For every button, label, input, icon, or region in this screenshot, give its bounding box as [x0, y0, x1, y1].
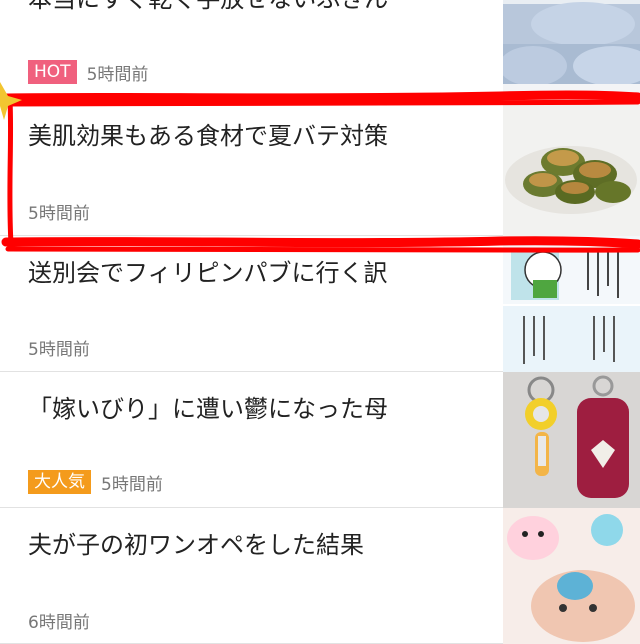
article-feed: 本当にすぐ乾く手放せないふきん HOT 5時間前 美肌効果もある食材で夏バテ対策…	[0, 0, 640, 644]
keychains-image	[503, 372, 640, 508]
article-meta: 大人気 5時間前	[28, 469, 163, 495]
article-thumbnail[interactable]	[503, 0, 640, 100]
timestamp: 5時間前	[28, 203, 90, 224]
list-item[interactable]: 夫が子の初ワンオペをした結果 6時間前	[0, 508, 640, 644]
article-title[interactable]: 送別会でフィリピンパブに行く訳	[28, 256, 488, 290]
list-item[interactable]: 美肌効果もある食材で夏バテ対策 5時間前	[0, 100, 640, 236]
article-thumbnail[interactable]	[503, 100, 640, 236]
article-thumbnail[interactable]	[503, 508, 640, 644]
timestamp: 5時間前	[28, 339, 90, 360]
article-thumbnail[interactable]	[503, 372, 640, 508]
article-meta: 5時間前	[28, 334, 90, 360]
article-meta: 5時間前	[28, 198, 90, 224]
towels-image	[503, 0, 640, 100]
zucchini-dish-image	[503, 100, 640, 236]
list-item[interactable]: 送別会でフィリピンパブに行く訳 5時間前	[0, 236, 640, 372]
article-title[interactable]: 夫が子の初ワンオペをした結果	[28, 528, 488, 562]
article-title[interactable]: 「嫁いびり」に遭い鬱になった母	[28, 392, 488, 426]
timestamp: 5時間前	[86, 64, 149, 85]
article-title[interactable]: 美肌効果もある食材で夏バテ対策	[28, 119, 488, 153]
hot-badge: HOT	[28, 60, 77, 84]
list-item[interactable]: 本当にすぐ乾く手放せないふきん HOT 5時間前	[0, 0, 640, 100]
popular-badge: 大人気	[28, 470, 91, 494]
manga-page-image	[503, 236, 640, 372]
article-thumbnail[interactable]	[503, 236, 640, 372]
baby-sticker-image	[503, 508, 640, 644]
article-meta: 6時間前	[28, 607, 90, 633]
article-title[interactable]: 本当にすぐ乾く手放せないふきん	[28, 0, 488, 16]
timestamp: 5時間前	[101, 474, 163, 495]
list-item[interactable]: 「嫁いびり」に遭い鬱になった母 大人気 5時間前	[0, 372, 640, 508]
timestamp: 6時間前	[28, 612, 90, 633]
article-meta: HOT 5時間前	[28, 59, 148, 85]
